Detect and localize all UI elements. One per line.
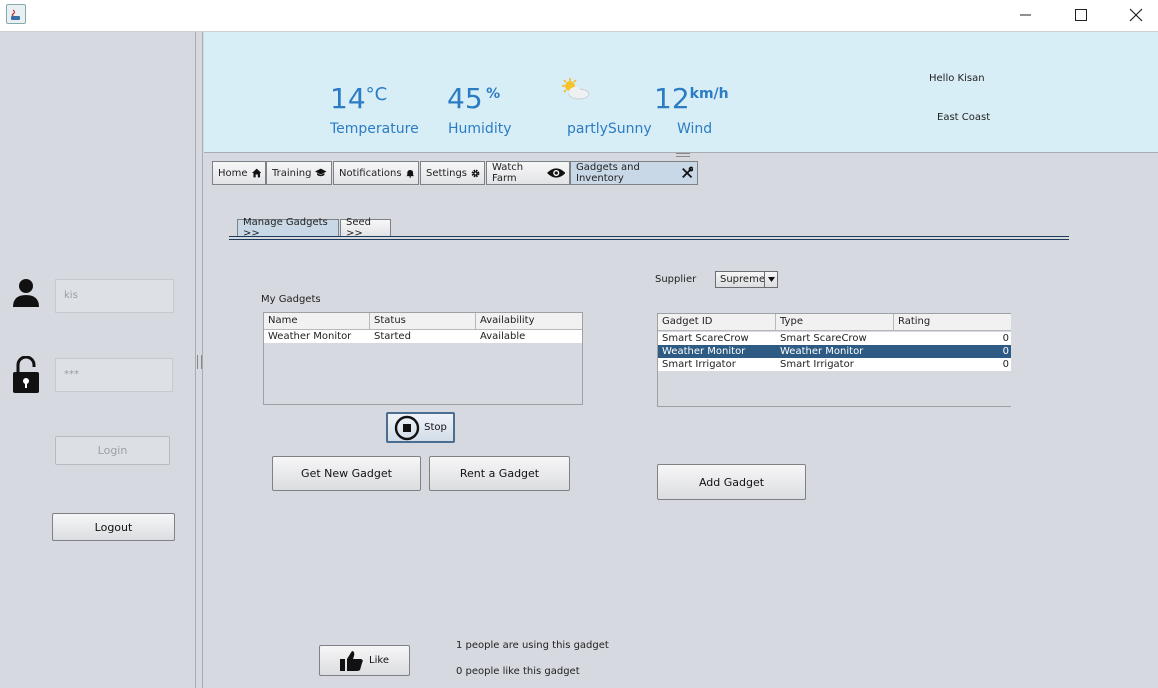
add-gadget-button[interactable]: Add Gadget xyxy=(657,464,806,500)
temperature-label: Temperature xyxy=(330,121,419,137)
cell-rating: 0 xyxy=(1002,346,1009,357)
stop-label: Stop xyxy=(424,422,447,433)
split-pane-divider[interactable] xyxy=(195,32,203,688)
tab-notifications[interactable]: Notifications xyxy=(333,161,419,185)
tab-home-label: Home xyxy=(218,167,248,179)
cell-gadget-id: Weather Monitor xyxy=(662,346,746,357)
tab-watch-farm[interactable]: Watch Farm xyxy=(486,161,570,185)
like-label: Like xyxy=(369,655,389,666)
tab-home[interactable]: Home xyxy=(212,161,266,185)
minimize-button[interactable] xyxy=(1003,0,1049,30)
tab-settings-label: Settings xyxy=(426,167,468,179)
username-field[interactable]: kis xyxy=(55,279,174,313)
maximize-icon xyxy=(1075,9,1087,21)
cell-rating: 0 xyxy=(1002,359,1009,370)
cell-type: Weather Monitor xyxy=(780,346,864,357)
home-icon xyxy=(251,168,261,178)
humidity-unit: % xyxy=(486,86,501,102)
like-button[interactable]: Like xyxy=(319,645,410,676)
table-row[interactable]: Smart ScareCrow Smart ScareCrow 0 xyxy=(658,332,1011,345)
region-text: East Coast xyxy=(937,112,991,123)
my-gadgets-table[interactable]: Name Status Availability Weather Monitor… xyxy=(263,312,583,405)
logout-button[interactable]: Logout xyxy=(52,513,175,541)
tab-watch-farm-label: Watch Farm xyxy=(492,162,524,184)
graduation-cap-icon xyxy=(315,168,327,177)
cell-type: Smart ScareCrow xyxy=(780,333,867,344)
title-bar xyxy=(0,0,1158,32)
wind-label: Wind xyxy=(677,121,713,137)
unlock-icon xyxy=(12,355,40,397)
gadget-users-text: 1 people are using this gadget xyxy=(456,640,609,651)
wind-value: 12 xyxy=(654,82,690,115)
bell-icon xyxy=(405,169,414,178)
cell-status: Started xyxy=(374,331,411,342)
table-row-selected[interactable]: Weather Monitor Weather Monitor 0 xyxy=(658,345,1011,358)
maximize-button[interactable] xyxy=(1058,0,1104,30)
wind-readout: 12km/h xyxy=(654,82,729,115)
humidity-value: 45 xyxy=(447,82,483,115)
supplier-dropdown[interactable]: Supreme xyxy=(715,271,778,288)
tab-gadgets-inventory[interactable]: Gadgets and Inventory xyxy=(570,161,698,185)
humidity-label: Humidity xyxy=(448,121,512,137)
humidity-readout: 45 % xyxy=(447,82,500,115)
cell-gadget-id: Smart Irrigator xyxy=(662,359,736,370)
temperature-value: 14 xyxy=(330,82,366,115)
greeting-text: Hello Kisan xyxy=(929,73,985,84)
cell-gadget-id: Smart ScareCrow xyxy=(662,333,749,344)
chevron-down-icon[interactable] xyxy=(764,272,777,287)
stop-button[interactable]: Stop xyxy=(386,412,455,443)
supplier-selected: Supreme xyxy=(720,274,765,285)
divider-grip[interactable] xyxy=(197,355,202,369)
cell-rating: 0 xyxy=(1002,333,1009,344)
java-app-icon xyxy=(6,4,26,24)
col-gadget-id[interactable]: Gadget ID xyxy=(658,314,776,331)
get-new-gadget-button[interactable]: Get New Gadget xyxy=(272,456,421,491)
col-status[interactable]: Status xyxy=(370,313,476,330)
col-rating[interactable]: Rating xyxy=(894,314,1011,331)
col-name[interactable]: Name xyxy=(264,313,370,330)
gadget-likes-text: 0 people like this gadget xyxy=(456,666,580,677)
cell-availability: Available xyxy=(480,331,526,342)
cell-type: Smart Irrigator xyxy=(780,359,854,370)
password-field[interactable]: *** xyxy=(55,358,173,392)
eye-icon xyxy=(546,168,565,178)
table-row[interactable]: Weather Monitor Started Available xyxy=(264,330,582,343)
close-button[interactable] xyxy=(1113,0,1158,30)
close-icon xyxy=(1129,8,1143,22)
tab-notifications-label: Notifications xyxy=(339,167,402,179)
supplier-label: Supplier xyxy=(655,274,697,285)
tools-icon xyxy=(681,166,693,179)
col-type[interactable]: Type xyxy=(776,314,894,331)
tab-training-label: Training xyxy=(272,167,312,179)
cell-name: Weather Monitor xyxy=(268,331,352,342)
temperature-unit: °C xyxy=(365,84,388,105)
thumbs-up-icon xyxy=(340,650,363,671)
col-availability[interactable]: Availability xyxy=(476,313,582,330)
subtab-seed[interactable]: Seed >> xyxy=(340,217,391,239)
rent-gadget-button[interactable]: Rent a Gadget xyxy=(429,456,570,491)
minimize-icon xyxy=(1020,14,1031,16)
subtab-underline xyxy=(229,236,1069,240)
temperature-readout: 14°C xyxy=(330,82,387,115)
partly-sunny-icon xyxy=(560,77,592,106)
stop-icon xyxy=(394,415,420,440)
subtab-manage-gadgets[interactable]: Manage Gadgets >> xyxy=(237,217,339,239)
my-gadgets-title: My Gadgets xyxy=(261,294,321,305)
user-icon xyxy=(12,278,40,311)
condition-label: partlySunny xyxy=(567,121,652,137)
header-divider-grip[interactable] xyxy=(676,153,690,157)
supplier-gadgets-table[interactable]: Gadget ID Type Rating Smart ScareCrow Sm… xyxy=(657,313,1011,407)
wind-unit: km/h xyxy=(689,86,729,102)
tab-gadgets-inventory-label: Gadgets and Inventory xyxy=(576,162,640,184)
login-button[interactable]: Login xyxy=(55,436,170,465)
gear-icon xyxy=(471,169,480,177)
table-row[interactable]: Smart Irrigator Smart Irrigator 0 xyxy=(658,358,1011,371)
tab-training[interactable]: Training xyxy=(266,161,332,185)
tab-settings[interactable]: Settings xyxy=(420,161,485,185)
